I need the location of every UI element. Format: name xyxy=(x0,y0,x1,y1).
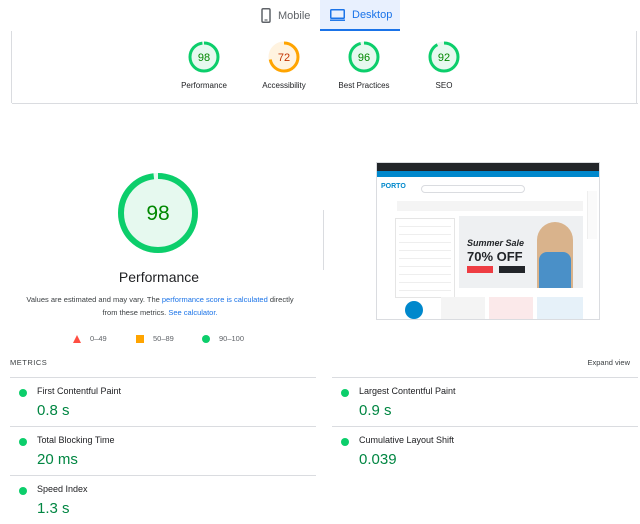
category-performance[interactable]: 98 Performance xyxy=(164,40,244,90)
see-calculator-link[interactable]: See calculator. xyxy=(168,308,217,317)
vertical-separator xyxy=(323,210,324,270)
thumb-sidebar xyxy=(395,218,455,298)
metric-cls: Cumulative Layout Shift 0.039 xyxy=(332,426,638,475)
score-legend: 0–49 50–89 90–100 xyxy=(70,334,270,346)
legend-average: 50–89 xyxy=(136,334,174,343)
legend-fail: 0–49 xyxy=(73,334,107,343)
desktop-icon xyxy=(330,8,345,21)
tab-mobile-label: Mobile xyxy=(278,9,311,22)
metric-value: 0.039 xyxy=(359,451,397,468)
category-gauge: 72 xyxy=(268,41,300,73)
thumb-banner-1 xyxy=(441,297,485,319)
metric-speed-index: Speed Index 1.3 s xyxy=(10,475,316,524)
metric-name: Largest Contentful Paint xyxy=(359,386,456,396)
metric-name: Cumulative Layout Shift xyxy=(359,435,455,445)
legend-average-label: 50–89 xyxy=(153,334,174,343)
performance-gauge: 98 xyxy=(118,173,198,253)
category-label: Accessibility xyxy=(262,81,306,90)
thumb-sale-badge xyxy=(405,301,423,319)
thumb-banner-3 xyxy=(537,297,583,319)
category-score: 92 xyxy=(438,52,450,64)
circle-icon xyxy=(202,334,210,343)
thumb-hero-banner: Summer Sale 70% OFF xyxy=(459,216,583,288)
category-score: 72 xyxy=(278,52,290,64)
pass-circle-icon xyxy=(19,487,27,495)
metric-name: First Contentful Paint xyxy=(37,386,122,396)
metric-lcp: Largest Contentful Paint 0.9 s xyxy=(332,377,638,426)
metrics-header: METRICS xyxy=(10,358,48,367)
category-best-practices[interactable]: 96 Best Practices xyxy=(324,40,404,90)
metric-value: 0.9 s xyxy=(359,402,392,419)
thumb-model-top xyxy=(539,252,571,288)
thumb-navbar xyxy=(377,171,599,177)
thumb-hero-line1: Summer Sale xyxy=(467,238,525,248)
category-gauge: 96 xyxy=(348,41,380,73)
pass-circle-icon xyxy=(341,389,349,397)
thumb-banner-2 xyxy=(489,297,533,319)
metric-name: Total Blocking Time xyxy=(37,435,115,445)
smartphone-icon xyxy=(261,8,271,23)
thumb-side-rail xyxy=(587,191,597,239)
category-score: 98 xyxy=(198,52,210,64)
thumb-shop-button xyxy=(499,266,525,273)
disclaimer: Values are estimated and may vary. The p… xyxy=(22,293,298,319)
pass-circle-icon xyxy=(19,438,27,446)
category-gauge: 92 xyxy=(428,41,460,73)
expand-view-button[interactable]: Expand view xyxy=(587,358,630,367)
metric-value: 20 ms xyxy=(37,451,78,468)
gauge-score: 98 xyxy=(146,202,169,225)
thumb-search xyxy=(421,185,525,193)
legend-pass: 90–100 xyxy=(202,334,244,343)
thumb-hero-line2: 70% OFF xyxy=(467,249,523,264)
metric-value: 0.8 s xyxy=(37,402,70,419)
category-label: SEO xyxy=(435,81,453,90)
thumb-topbar xyxy=(377,163,599,171)
pass-circle-icon xyxy=(19,389,27,397)
category-accessibility[interactable]: 72 Accessibility xyxy=(244,40,324,90)
performance-title: Performance xyxy=(118,269,200,285)
device-tabs: Mobile Desktop xyxy=(0,0,640,31)
category-label: Performance xyxy=(181,81,227,90)
pass-circle-icon xyxy=(341,438,349,446)
metric-tbt: Total Blocking Time 20 ms xyxy=(10,426,316,475)
metric-value: 1.3 s xyxy=(37,500,70,517)
tab-desktop[interactable]: Desktop xyxy=(320,0,400,31)
tab-desktop-label: Desktop xyxy=(352,8,393,21)
left-rule xyxy=(11,31,12,103)
category-label: Best Practices xyxy=(338,81,390,90)
category-score: 96 xyxy=(358,52,370,64)
category-gauge: 98 xyxy=(188,41,220,73)
triangle-icon xyxy=(73,334,81,343)
thumb-info-bar xyxy=(397,201,583,211)
divider xyxy=(12,103,638,104)
disclaimer-text: Values are estimated and may vary. The xyxy=(26,295,162,304)
category-seo[interactable]: 92 SEO xyxy=(404,40,484,90)
metric-name: Speed Index xyxy=(37,484,88,494)
page-screenshot-thumbnail: PORTO Summer Sale 70% OFF xyxy=(376,162,600,320)
square-icon xyxy=(136,334,144,343)
thumb-sale-tag xyxy=(467,266,493,273)
metric-fcp: First Contentful Paint 0.8 s xyxy=(10,377,316,426)
legend-fail-label: 0–49 xyxy=(90,334,107,343)
right-rule xyxy=(636,31,637,103)
score-calculated-link[interactable]: performance score is calculated xyxy=(162,295,268,304)
tab-mobile[interactable]: Mobile xyxy=(255,0,318,31)
legend-pass-label: 90–100 xyxy=(219,334,245,343)
thumb-logo: PORTO xyxy=(381,183,406,190)
